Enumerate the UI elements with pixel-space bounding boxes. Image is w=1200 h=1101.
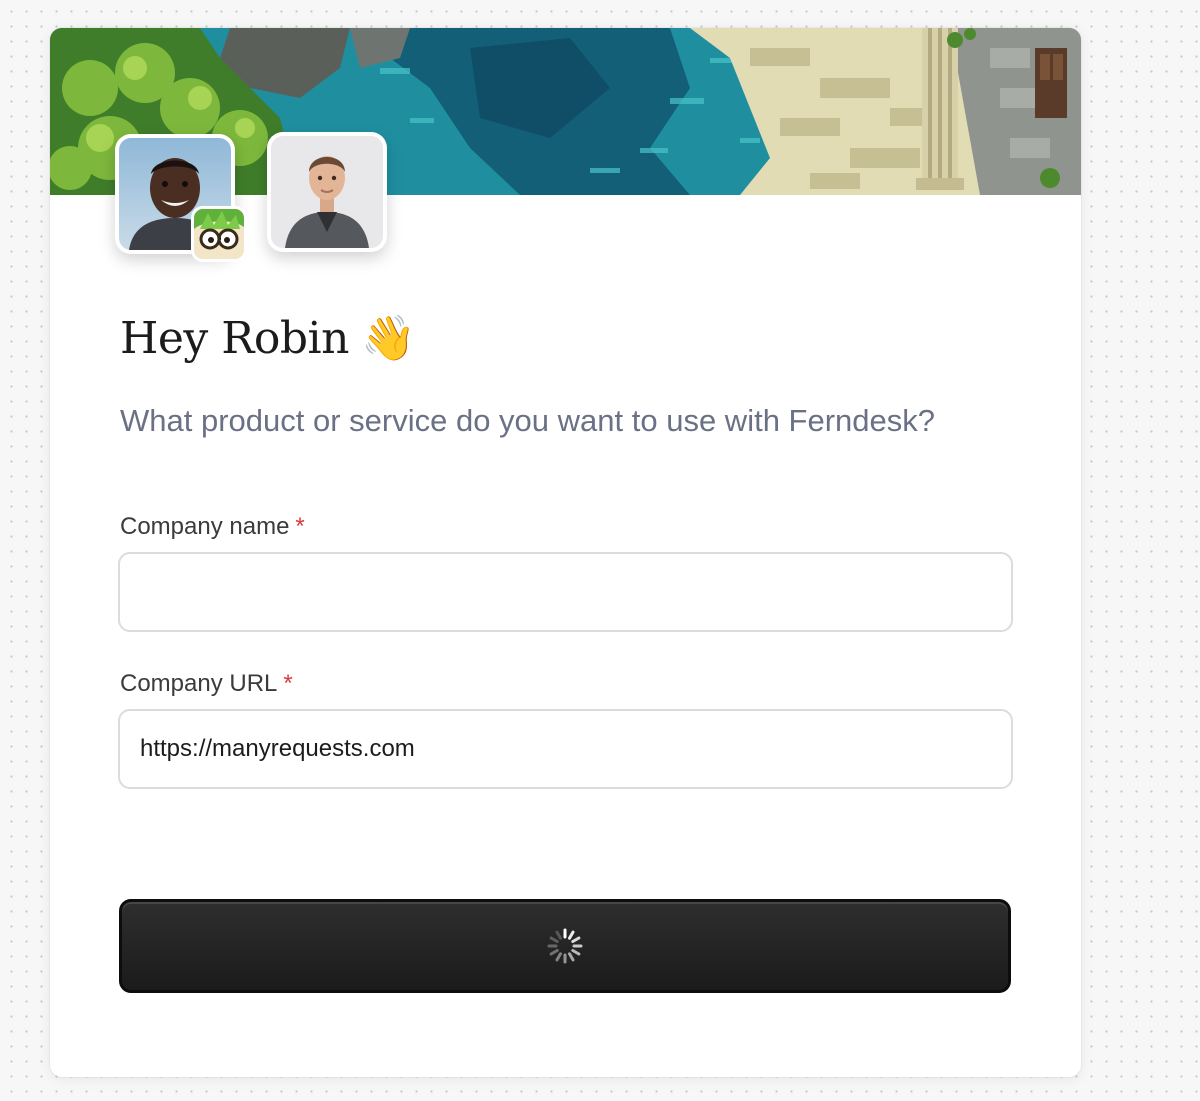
required-mark: * (295, 513, 305, 540)
company-name-input[interactable] (118, 552, 1013, 632)
waving-hand-icon: 👋 (360, 313, 416, 363)
company-url-label: Company URL * (120, 670, 293, 698)
company-url-input[interactable] (118, 709, 1013, 789)
required-mark: * (283, 670, 293, 697)
mascot-badge-icon (191, 206, 247, 262)
greeting-subtitle: What product or service do you want to u… (120, 403, 936, 438)
teammate-avatar (267, 132, 387, 252)
company-name-label-text: Company name (120, 513, 290, 540)
company-url-label-text: Company URL (120, 670, 278, 697)
company-name-label: Company name * (120, 513, 305, 541)
submit-button[interactable] (119, 899, 1011, 993)
greeting-heading: Hey Robin 👋 (120, 313, 416, 364)
greeting-title: Hey Robin (120, 313, 349, 364)
spinner-icon (547, 928, 583, 964)
